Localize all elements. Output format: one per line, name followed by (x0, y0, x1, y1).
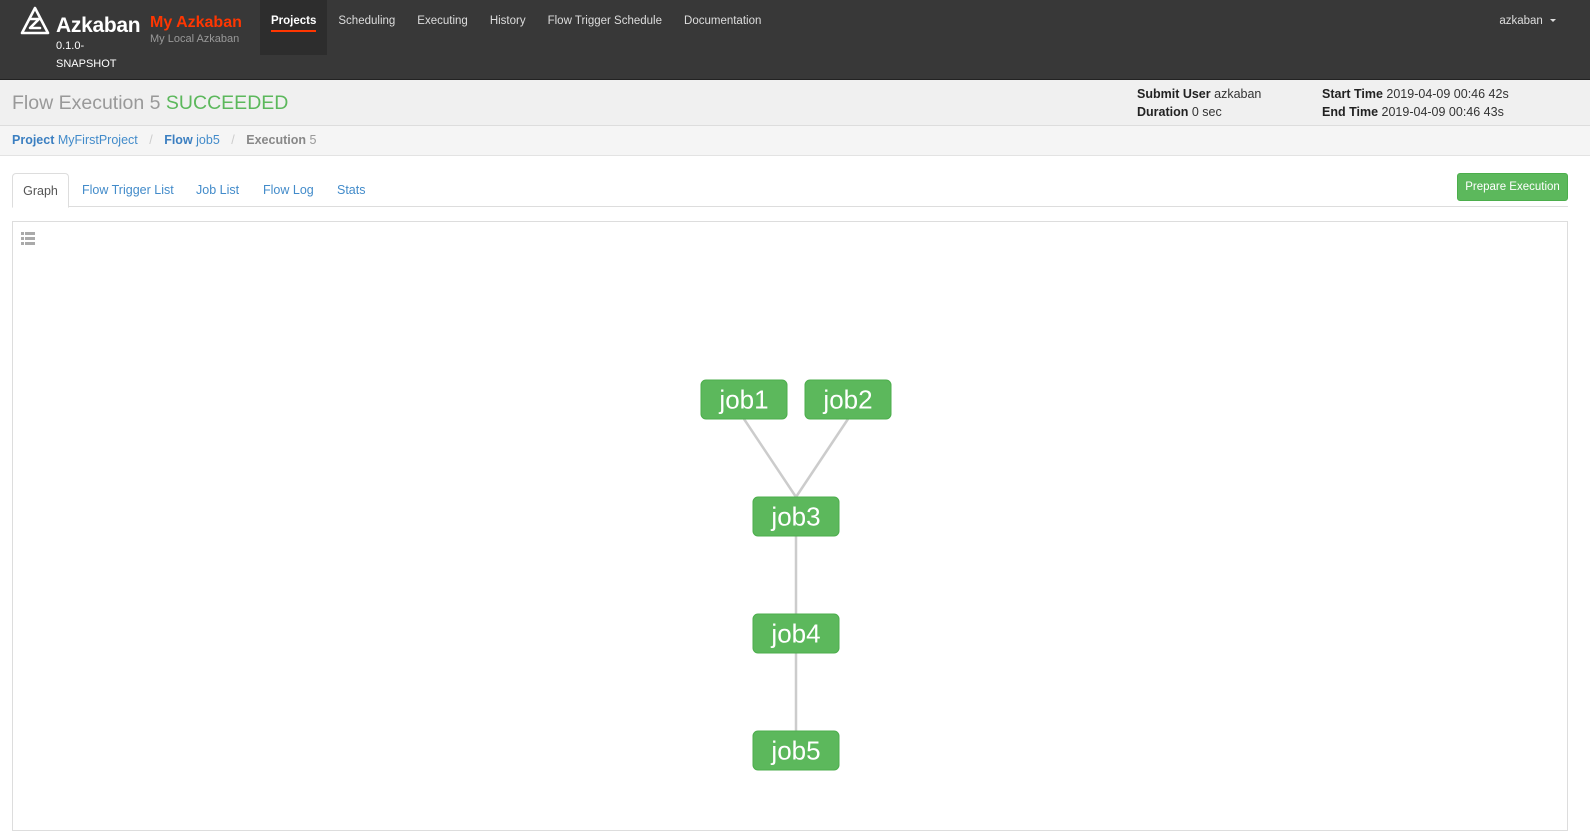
breadcrumb-flow-value: job5 (196, 133, 220, 147)
brand-name: Azkaban (56, 14, 141, 37)
tab-graph[interactable]: Graph (12, 173, 69, 208)
end-time-label: End Time (1322, 105, 1379, 119)
duration-row: Duration 0 sec (1137, 103, 1261, 121)
breadcrumb-execution: Execution 5 (246, 133, 316, 147)
environment-label: My Azkaban My Local Azkaban (150, 13, 242, 46)
graph-edges (742, 418, 850, 731)
environment-name: My Azkaban (150, 14, 242, 31)
nav-history[interactable]: History (479, 0, 537, 55)
node-job3[interactable]: job3 (752, 496, 840, 537)
user-name: azkaban (1499, 15, 1543, 27)
execution-status: SUCCEEDED (165, 92, 289, 114)
nav-flow-trigger-schedule[interactable]: Flow Trigger Schedule (537, 0, 673, 55)
edge-job1-to-job3 (742, 418, 798, 498)
flow-graph[interactable]: job1 job2 job3 job4 job5 (13, 222, 1567, 802)
execution-meta-left: Submit User azkaban Duration 0 sec (1137, 85, 1261, 121)
node-label: job1 (718, 385, 768, 415)
breadcrumb-execution-value: 5 (309, 133, 317, 147)
end-time-value: 2019-04-09 00:46 43s (1381, 105, 1504, 119)
nav-scheduling[interactable]: Scheduling (327, 0, 406, 55)
nav-executing[interactable]: Executing (406, 0, 479, 55)
breadcrumb: Project MyFirstProject / Flow job5 / Exe… (0, 126, 1590, 156)
node-job2[interactable]: job2 (804, 379, 892, 420)
node-label: job2 (822, 385, 872, 415)
breadcrumb-project[interactable]: Project MyFirstProject (12, 133, 141, 147)
user-menu[interactable]: azkaban (1499, 15, 1556, 27)
node-label: job3 (770, 502, 820, 532)
node-job1[interactable]: job1 (700, 379, 788, 420)
nav-documentation-label: Documentation (684, 15, 762, 27)
prepare-execution-button[interactable]: Prepare Execution (1457, 173, 1568, 201)
end-time-row: End Time 2019-04-09 00:46 43s (1322, 103, 1509, 121)
nav-executing-label: Executing (417, 15, 468, 27)
environment-description: My Local Azkaban (150, 33, 240, 45)
nav-history-label: History (489, 15, 526, 27)
brand[interactable]: Azkaban 0.1.0-SNAPSHOT (20, 6, 150, 76)
submit-user-value: azkaban (1214, 87, 1262, 101)
graph-panel[interactable]: job1 job2 job3 job4 job5 (12, 221, 1568, 831)
tab-flow-trigger-list[interactable]: Flow Trigger List (82, 173, 174, 207)
breadcrumb-flow[interactable]: Flow job5 (164, 133, 223, 147)
node-job4[interactable]: job4 (752, 613, 840, 654)
nav-flow-trigger-schedule-label: Flow Trigger Schedule (547, 15, 663, 27)
tab-stats[interactable]: Stats (337, 173, 366, 207)
execution-tabs: Graph Flow Trigger List Job List Flow Lo… (12, 173, 1568, 208)
nav-documentation[interactable]: Documentation (673, 0, 772, 55)
breadcrumb-separator: / (149, 133, 153, 147)
execution-meta-right: Start Time 2019-04-09 00:46 42s End Time… (1322, 85, 1509, 121)
start-time-row: Start Time 2019-04-09 00:46 42s (1322, 85, 1509, 103)
breadcrumb-execution-label: Execution (246, 133, 306, 147)
tab-job-list[interactable]: Job List (196, 173, 239, 207)
main-nav: Projects Scheduling Executing History Fl… (260, 0, 772, 55)
node-job5[interactable]: job5 (752, 730, 840, 771)
page-title: Flow Execution 5 SUCCEEDED (12, 92, 288, 115)
submit-user-label: Submit User (1137, 87, 1211, 101)
nav-scheduling-label: Scheduling (338, 15, 396, 27)
node-label: job5 (770, 736, 820, 766)
azkaban-logo-icon (20, 6, 50, 35)
breadcrumb-project-label: Project (12, 133, 55, 147)
top-navbar: Azkaban 0.1.0-SNAPSHOT My Azkaban My Loc… (0, 0, 1590, 80)
start-time-label: Start Time (1322, 87, 1383, 101)
submit-user-row: Submit User azkaban (1137, 85, 1261, 103)
edge-job2-to-job3 (794, 418, 850, 498)
breadcrumb-project-value: MyFirstProject (57, 133, 138, 147)
tab-flow-log[interactable]: Flow Log (263, 173, 314, 207)
brand-version: 0.1.0-SNAPSHOT (56, 40, 117, 70)
breadcrumb-separator: / (231, 133, 235, 147)
breadcrumb-flow-label: Flow (164, 133, 193, 147)
start-time-value: 2019-04-09 00:46 42s (1386, 87, 1509, 101)
nav-projects-label: Projects (271, 15, 317, 32)
duration-label: Duration (1137, 105, 1189, 119)
caret-down-icon (1550, 19, 1556, 23)
duration-value: 0 sec (1191, 105, 1222, 119)
node-label: job4 (770, 619, 820, 649)
execution-header: Flow Execution 5 SUCCEEDED Submit User a… (0, 80, 1590, 126)
execution-title: Flow Execution 5 (12, 92, 161, 114)
nav-projects[interactable]: Projects (260, 0, 328, 55)
